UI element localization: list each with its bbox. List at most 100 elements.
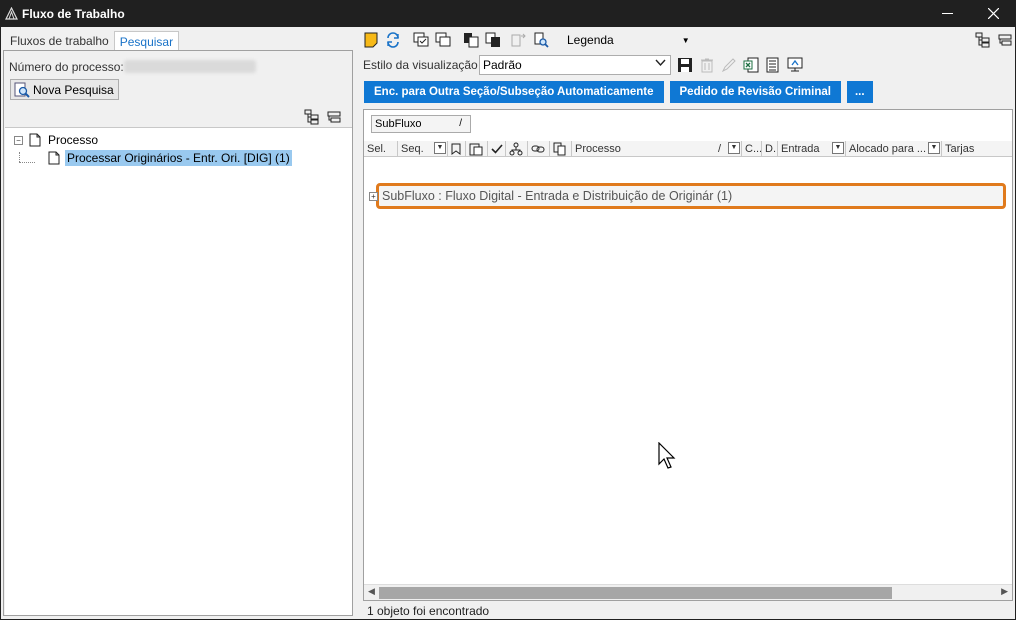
expand-tree-icon[interactable] xyxy=(975,32,991,48)
tree-collapse-toggle[interactable]: − xyxy=(14,135,23,145)
right-top-toolbar xyxy=(975,32,1013,48)
sort-indicator-icon: / xyxy=(459,118,462,129)
horizontal-scrollbar[interactable]: ◀ ▶ xyxy=(364,584,1012,600)
workflow-window: Fluxos de trabalho Pesquisar Número do p… xyxy=(1,27,1015,619)
collapse-tree-icon[interactable] xyxy=(326,109,342,125)
title-bar: Fluxo de Trabalho xyxy=(0,0,1016,27)
column-label: D. xyxy=(765,142,776,155)
column-filter-dropdown-icon[interactable]: ▼ xyxy=(832,142,844,154)
copy-icon xyxy=(553,142,566,155)
process-tree: − Processo Processar Originários - Entr.… xyxy=(5,127,352,615)
windows-icon[interactable] xyxy=(435,32,451,48)
send-to-other-section-button[interactable]: Enc. para Outra Seção/Subseção Automatic… xyxy=(364,81,664,103)
column-label: Tarjas xyxy=(945,142,975,155)
tab-fluxos-de-trabalho[interactable]: Fluxos de trabalho xyxy=(5,31,114,51)
left-toolbar xyxy=(304,109,342,125)
column-processo[interactable]: Processo / ▼ xyxy=(572,141,742,156)
column-link[interactable] xyxy=(528,141,550,156)
column-filter-dropdown-icon[interactable]: ▼ xyxy=(928,142,940,154)
link-icon xyxy=(531,145,545,152)
column-seq[interactable]: Seq. ▼ xyxy=(398,141,448,156)
scrollbar-thumb[interactable] xyxy=(379,587,892,599)
scroll-right-icon[interactable]: ▶ xyxy=(1001,586,1008,597)
refresh-icon[interactable] xyxy=(385,32,401,48)
save-icon[interactable] xyxy=(677,57,693,73)
column-check[interactable] xyxy=(488,141,506,156)
close-icon xyxy=(987,8,999,19)
expand-tree-icon[interactable] xyxy=(304,109,320,125)
search-settings-icon[interactable] xyxy=(533,32,549,48)
scroll-left-icon[interactable]: ◀ xyxy=(368,586,375,597)
search-panel: Número do processo: Nova Pesquisa − Proc… xyxy=(3,50,353,616)
legend-dropdown-icon[interactable]: ▼ xyxy=(682,36,690,45)
search-document-icon xyxy=(14,82,30,98)
check-icon xyxy=(491,143,503,154)
column-label: Processo xyxy=(575,142,621,155)
export-disabled-icon xyxy=(511,32,527,48)
column-alocado-para[interactable]: Alocado para ... ▼ xyxy=(846,141,942,156)
group-by-chip-subfluxo[interactable]: SubFluxo / xyxy=(371,115,471,133)
tree-node-processar-originarios[interactable]: Processar Originários - Entr. Ori. [DIG]… xyxy=(48,150,292,166)
column-tree[interactable] xyxy=(506,141,528,156)
collapse-tree-icon[interactable] xyxy=(997,32,1013,48)
minimize-button[interactable] xyxy=(924,0,970,27)
column-sel[interactable]: Sel. xyxy=(364,141,398,156)
delete-disabled-icon xyxy=(701,58,713,73)
view-style-toolbar xyxy=(677,57,803,73)
process-number-value-redacted xyxy=(124,60,256,73)
column-entrada[interactable]: Entrada ▼ xyxy=(778,141,846,156)
more-actions-button[interactable]: ... xyxy=(846,81,873,103)
tree-label-processar-originarios: Processar Originários - Entr. Ori. [DIG]… xyxy=(65,150,292,166)
view-style-value: Padrão xyxy=(483,58,522,72)
close-button[interactable] xyxy=(970,0,1016,27)
clipboard-icon xyxy=(469,143,483,155)
action-buttons: Enc. para Outra Seção/Subseção Automatic… xyxy=(364,81,873,103)
column-d[interactable]: D. xyxy=(762,141,778,156)
column-tarjas[interactable]: Tarjas xyxy=(942,141,982,156)
bookmark-icon xyxy=(451,143,461,155)
right-panel: Legenda ▼ Estilo da visualização Padrão … xyxy=(361,27,1015,619)
legend-label[interactable]: Legenda xyxy=(567,33,614,47)
excel-export-icon[interactable] xyxy=(743,57,759,73)
status-text: 1 objeto foi encontrado xyxy=(367,604,490,618)
results-grid: SubFluxo / Sel. Seq. ▼ Processo / ▼ C... D.… xyxy=(363,109,1013,601)
column-copy[interactable] xyxy=(550,141,572,156)
left-tabs: Fluxos de trabalho Pesquisar xyxy=(5,31,180,51)
tab-pesquisar[interactable]: Pesquisar xyxy=(113,31,180,51)
window-title: Fluxo de Trabalho xyxy=(22,6,125,21)
edit-disabled-icon xyxy=(721,58,736,73)
paste-document-icon[interactable] xyxy=(485,32,501,48)
chevron-down-icon xyxy=(655,59,666,70)
tree-label-processo: Processo xyxy=(48,133,99,147)
copy-document-icon[interactable] xyxy=(463,32,479,48)
new-search-label: Nova Pesquisa xyxy=(33,82,114,97)
view-style-select[interactable]: Padrão xyxy=(479,55,671,75)
group-expand-toggle[interactable]: + xyxy=(369,191,378,201)
column-label: C... xyxy=(745,142,762,155)
group-row-subfluxo[interactable]: + SubFluxo : Fluxo Digital - Entrada e D… xyxy=(369,183,1006,209)
report-icon[interactable] xyxy=(765,57,781,73)
column-label: Entrada xyxy=(781,142,820,155)
new-search-button[interactable]: Nova Pesquisa xyxy=(10,79,119,100)
column-filter-dropdown-icon[interactable]: ▼ xyxy=(434,142,446,154)
column-header-row: Sel. Seq. ▼ Processo / ▼ C... D. Entrada ▼ A… xyxy=(364,141,1012,157)
group-row-label: SubFluxo : Fluxo Digital - Entrada e Dis… xyxy=(382,189,733,203)
screen-export-icon[interactable] xyxy=(787,57,803,73)
criminal-review-request-button[interactable]: Pedido de Revisão Criminal xyxy=(669,81,841,103)
sort-indicator-icon: / xyxy=(717,142,721,155)
tree-connector xyxy=(19,162,35,163)
column-clipboard[interactable] xyxy=(466,141,488,156)
note-icon[interactable] xyxy=(363,32,379,48)
tree-node-processo[interactable]: − Processo xyxy=(14,132,100,148)
minimize-icon xyxy=(941,12,953,14)
check-windows-icon[interactable] xyxy=(413,32,429,48)
left-panel: Fluxos de trabalho Pesquisar Número do p… xyxy=(1,27,355,619)
column-label: Seq. xyxy=(401,142,424,155)
column-bookmark[interactable] xyxy=(448,141,466,156)
column-c[interactable]: C... xyxy=(742,141,762,156)
column-filter-dropdown-icon[interactable]: ▼ xyxy=(728,142,740,154)
document-icon xyxy=(48,151,60,165)
tree-connector xyxy=(19,152,20,162)
app-logo-icon xyxy=(4,7,18,21)
process-number-label: Número do processo: xyxy=(9,60,124,74)
